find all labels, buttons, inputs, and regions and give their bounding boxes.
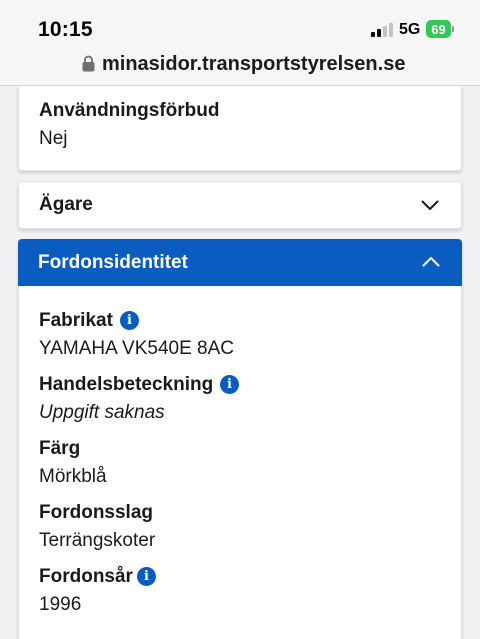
battery-icon: 69 [426, 20, 454, 38]
field-label-fordonsslag: Fordonsslag [39, 502, 154, 523]
field-value-fabrikat: YAMAHA VK540E 8AC [39, 338, 235, 359]
field-value-fordonsslag: Terrängskoter [39, 530, 156, 551]
field-value-handelsbeteckning: Uppgift saknas [39, 402, 165, 423]
url-bar[interactable]: minasidor.transportstyrelsen.se [0, 46, 480, 86]
chevron-up-icon [422, 257, 440, 267]
accordion-body: Fabrikat i YAMAHA VK540E 8AC Handelsbete… [18, 286, 462, 639]
field-label-farg: Färg [39, 438, 81, 459]
field-value: Nej [39, 128, 68, 149]
battery-level: 69 [426, 20, 451, 38]
url-text[interactable]: minasidor.transportstyrelsen.se [102, 53, 405, 76]
lock-icon [82, 55, 95, 72]
accordion-title: Fordonsidentitet [38, 252, 188, 273]
chevron-down-icon [421, 200, 439, 210]
accordion-title: Ägare [39, 194, 93, 215]
field-label-handelsbeteckning: Handelsbeteckning [39, 374, 214, 395]
info-icon[interactable]: i [220, 375, 239, 394]
field-value-farg: Mörkblå [39, 466, 107, 487]
signal-icon [371, 23, 393, 37]
accordion-fordonsidentitet: Fordonsidentitet Fabrikat i YAMAHA VK540… [18, 239, 462, 639]
accordion-agare[interactable]: Ägare [18, 181, 462, 229]
field-label-fabrikat: Fabrikat [39, 310, 113, 331]
usage-prohibition-card: Användningsförbud Nej [18, 86, 462, 171]
network-type: 5G [399, 21, 421, 38]
info-icon[interactable]: i [137, 567, 156, 586]
info-icon[interactable]: i [120, 311, 139, 330]
status-bar: 10:15 5G 69 [0, 0, 480, 46]
field-label-fordonsar: Fordonsår [39, 566, 133, 587]
field-value-fordonsar: 1996 [39, 594, 82, 615]
accordion-header[interactable]: Fordonsidentitet [18, 239, 462, 286]
field-label: Användningsförbud [39, 100, 220, 121]
status-time: 10:15 [38, 18, 93, 41]
